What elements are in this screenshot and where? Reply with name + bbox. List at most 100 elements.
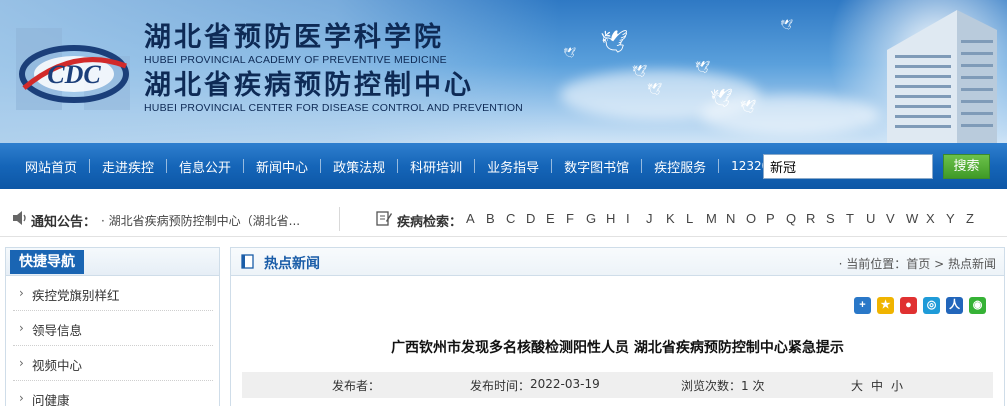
nav-library[interactable]: 数字图书馆 — [552, 157, 641, 176]
search-button[interactable]: 搜索 — [943, 154, 990, 179]
dove-icon: 🕊 — [710, 88, 733, 109]
quick-nav-label: 领导信息 — [32, 323, 83, 338]
letter-u[interactable]: U — [866, 211, 886, 226]
disease-search-label: 疾病检索： — [397, 215, 463, 230]
letter-c[interactable]: C — [506, 211, 526, 226]
weibo-icon[interactable]: ● — [900, 297, 917, 314]
quick-nav-panel: 快捷导航 › 疾控党旗别样红 › 领导信息 › 视频中心 › 问健康 — [5, 247, 220, 406]
breadcrumb: · 当前位置：首页 > 热点新闻 — [839, 255, 996, 272]
quick-nav-item[interactable]: › 领导信息 — [13, 311, 213, 346]
article-meta: 发布者： 发布时间： 2022-03-19 浏览次数： 1 次 大 中 小 — [242, 372, 993, 398]
wechat-icon[interactable]: ◉ — [969, 297, 986, 314]
academy-title: 湖北省预防医学科学院 — [144, 22, 444, 53]
font-size-small[interactable]: 小 — [891, 377, 903, 394]
letter-t[interactable]: T — [846, 211, 866, 226]
letter-v[interactable]: V — [886, 211, 906, 226]
edit-icon — [376, 211, 392, 226]
section-title: 热点新闻 — [264, 256, 320, 272]
tqq-icon[interactable]: ◎ — [923, 297, 940, 314]
share-toolbar: + ★ ● ◎ 人 ◉ — [854, 297, 992, 314]
publish-time-value: 2022-03-19 — [530, 377, 600, 391]
letter-m[interactable]: M — [706, 211, 726, 226]
letter-b[interactable]: B — [486, 211, 506, 226]
letter-d[interactable]: D — [526, 211, 546, 226]
chevron-right-icon: › — [19, 356, 24, 370]
nav-research[interactable]: 科研培训 — [398, 157, 474, 176]
quick-nav-item[interactable]: › 视频中心 — [13, 346, 213, 381]
letter-p[interactable]: P — [766, 211, 786, 226]
letter-j[interactable]: J — [646, 211, 666, 226]
quick-nav-label: 问健康 — [32, 393, 70, 406]
letter-q[interactable]: Q — [786, 211, 806, 226]
notice-label: 通知公告： — [31, 215, 97, 230]
article-title: 广西钦州市发现多名核酸检测阳性人员 湖北省疾病预防控制中心紧急提示 — [391, 340, 844, 356]
chevron-right-icon: › — [19, 391, 24, 405]
renren-icon[interactable]: 人 — [946, 297, 963, 314]
letter-g[interactable]: G — [586, 211, 606, 226]
article-panel-header: 热点新闻 · 当前位置：首页 > 热点新闻 — [231, 248, 1004, 276]
dove-icon: 🕊 — [780, 20, 793, 31]
font-size-medium[interactable]: 中 — [871, 377, 883, 394]
publisher-label: 发布者： — [332, 379, 381, 393]
quick-nav-label: 疾控党旗别样红 — [32, 288, 120, 303]
publish-time-label: 发布时间： — [470, 379, 531, 393]
letter-n[interactable]: N — [726, 211, 746, 226]
svg-text:CDC: CDC — [47, 60, 101, 89]
dove-icon: 🕊 — [695, 60, 711, 74]
notice-link[interactable]: · 湖北省疾病预防控制中心（湖北省... — [101, 212, 300, 229]
dove-icon: 🕊 — [563, 48, 576, 59]
views-value: 1 次 — [741, 379, 765, 393]
speaker-icon — [13, 211, 26, 225]
letter-k[interactable]: K — [666, 211, 686, 226]
cdc-logo-icon: CDC — [16, 28, 130, 110]
nav-news[interactable]: 新闻中心 — [244, 157, 320, 176]
breadcrumb-current[interactable]: 热点新闻 — [948, 257, 996, 271]
letter-e[interactable]: E — [546, 211, 566, 226]
quick-nav-item[interactable]: › 问健康 — [13, 381, 213, 406]
letter-l[interactable]: L — [686, 211, 706, 226]
chevron-right-icon: › — [19, 286, 24, 300]
letter-s[interactable]: S — [826, 211, 846, 226]
letter-f[interactable]: F — [566, 211, 586, 226]
letter-w[interactable]: W — [906, 211, 926, 226]
quick-nav-item[interactable]: › 疾控党旗别样红 — [13, 276, 213, 311]
letter-i[interactable]: I — [626, 211, 646, 226]
document-icon — [241, 254, 254, 269]
site-banner: CDC 湖北省预防医学科学院 HUBEI PROVINCIAL ACADEMY … — [0, 0, 1007, 143]
building-icon — [887, 10, 997, 143]
cdc-title-en: HUBEI PROVINCIAL CENTER FOR DISEASE CONT… — [144, 102, 523, 114]
letter-r[interactable]: R — [806, 211, 826, 226]
letter-y[interactable]: Y — [946, 211, 966, 226]
letter-x[interactable]: X — [926, 211, 946, 226]
nav-home[interactable]: 网站首页 — [13, 157, 89, 176]
chevron-right-icon: › — [19, 321, 24, 335]
dove-icon: 🕊 — [600, 30, 628, 55]
search-input[interactable] — [763, 154, 933, 179]
letter-o[interactable]: O — [746, 211, 766, 226]
font-size-large[interactable]: 大 — [851, 377, 863, 394]
breadcrumb-home[interactable]: 首页 — [906, 257, 930, 271]
dove-icon: 🕊 — [632, 64, 648, 78]
letter-h[interactable]: H — [606, 211, 626, 226]
nav-services[interactable]: 疾控服务 — [642, 157, 718, 176]
notice-divider — [339, 207, 340, 231]
breadcrumb-prefix: · 当前位置： — [838, 257, 907, 271]
letter-a[interactable]: A — [466, 211, 486, 226]
dove-icon: 🕊 — [740, 100, 757, 115]
quick-nav-label: 视频中心 — [32, 358, 83, 373]
quick-nav-title: 快捷导航 — [10, 250, 84, 274]
nav-policy[interactable]: 政策法规 — [321, 157, 397, 176]
dove-icon: 🕊 — [647, 82, 663, 96]
cdc-title: 湖北省疾病预防控制中心 — [144, 70, 474, 101]
nav-guidance[interactable]: 业务指导 — [475, 157, 551, 176]
academy-title-en: HUBEI PROVINCIAL ACADEMY OF PREVENTIVE M… — [144, 54, 447, 66]
nav-info-disclosure[interactable]: 信息公开 — [167, 157, 243, 176]
plus-share-icon[interactable]: + — [854, 297, 871, 314]
breadcrumb-separator: > — [930, 257, 948, 271]
letter-index: A B C D E F G H I J K L M N O P Q R S T … — [466, 211, 986, 226]
qzone-icon[interactable]: ★ — [877, 297, 894, 314]
nav-about[interactable]: 走进疾控 — [90, 157, 166, 176]
views-label: 浏览次数： — [681, 379, 742, 393]
quick-nav-header: 快捷导航 — [6, 248, 219, 276]
letter-z[interactable]: Z — [966, 211, 986, 226]
